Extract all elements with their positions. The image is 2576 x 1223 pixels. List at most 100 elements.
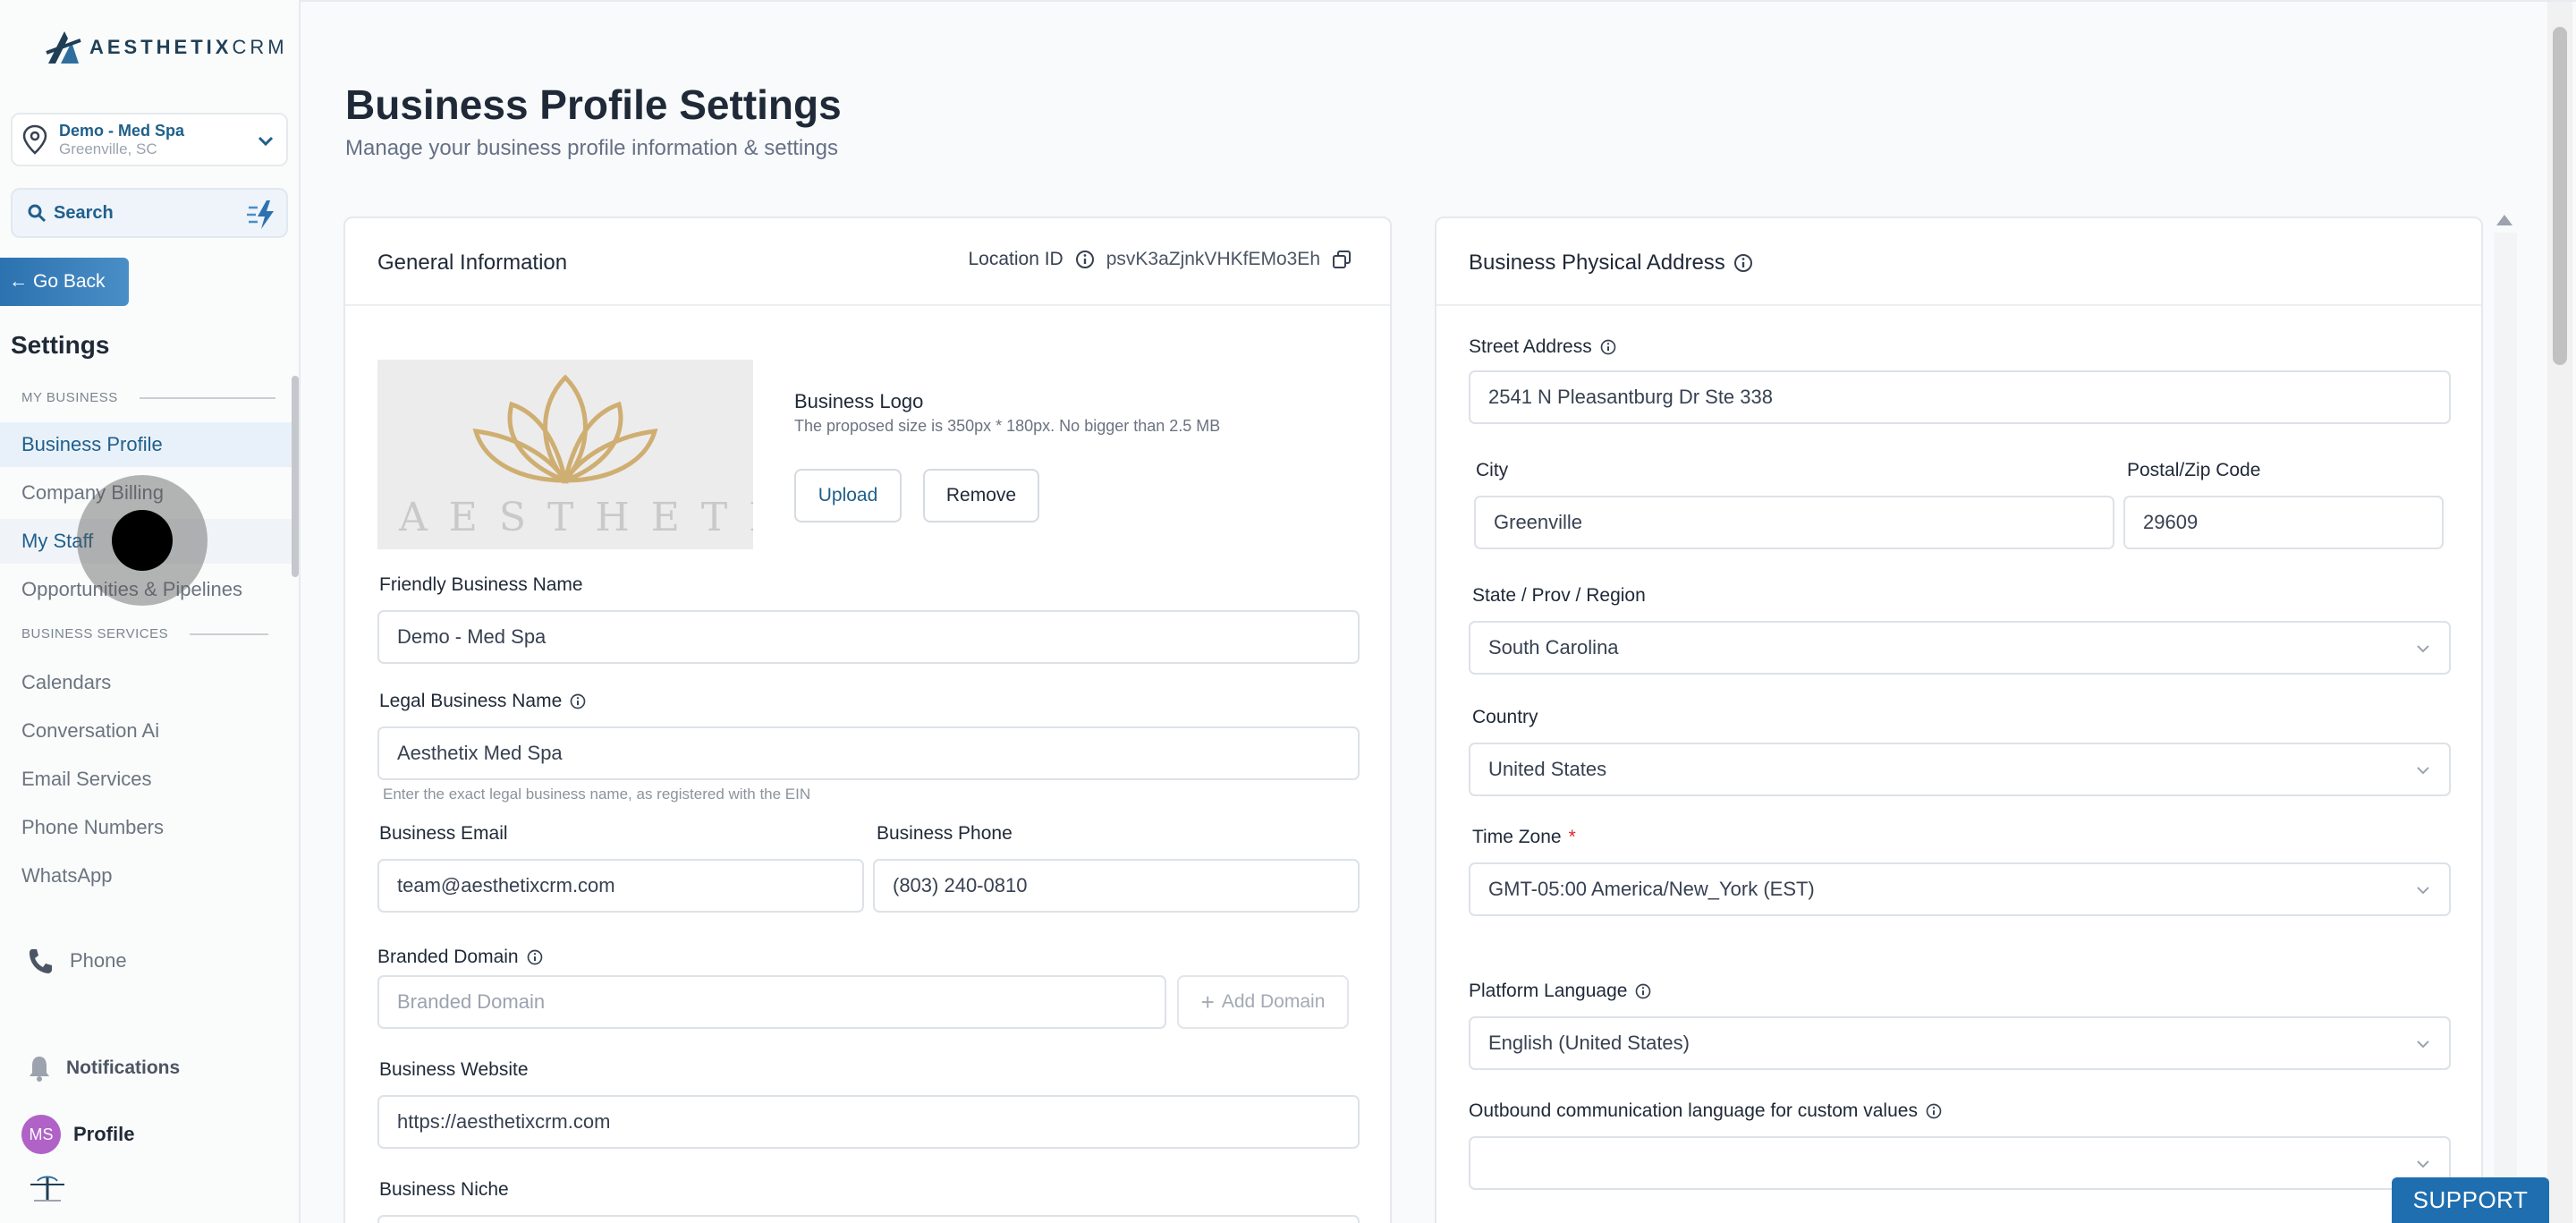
page-scrollbar[interactable] [2547, 2, 2572, 1223]
location-switcher[interactable]: Demo - Med Spa Greenville, SC [11, 113, 288, 166]
business-logo-hint: The proposed size is 350px * 180px. No b… [794, 417, 1221, 435]
zip-label: Postal/Zip Code [2127, 460, 2261, 480]
info-icon[interactable] [569, 692, 587, 710]
outbound-language-label: Outbound communication language for cust… [1469, 1100, 1943, 1122]
general-information-title: General Information [377, 251, 568, 275]
avatar: MS [21, 1115, 61, 1154]
business-address-card: Business Physical Address Street Address… [1435, 217, 2483, 1223]
platform-language-select[interactable]: English (United States) [1469, 1016, 2451, 1070]
sidebar-item-whatsapp[interactable]: WhatsApp [0, 854, 293, 898]
info-icon[interactable] [1599, 338, 1617, 356]
state-select[interactable]: South Carolina [1469, 621, 2451, 675]
settings-title: Settings [11, 331, 110, 359]
search-label: Search [54, 202, 114, 223]
business-niche-label: Business Niche [379, 1179, 509, 1200]
notifications-label: Notifications [66, 1057, 181, 1078]
country-label: Country [1472, 707, 1538, 727]
location-id-value: psvK3aZjnkVHKfEMo3Eh [1106, 249, 1320, 269]
business-logo-preview: AESTHETIX [377, 360, 753, 549]
phone-label: Phone [70, 949, 127, 972]
search-icon [28, 204, 47, 223]
add-domain-label: Add Domain [1221, 991, 1326, 1012]
state-label: State / Prov / Region [1472, 585, 1646, 606]
sidebar-item-email-services[interactable]: Email Services [0, 757, 293, 802]
chevron-down-icon [2417, 887, 2429, 895]
legal-name-input[interactable]: Aesthetix Med Spa [377, 726, 1360, 780]
business-email-input[interactable]: team@aesthetixcrm.com [377, 859, 864, 913]
business-email-label: Business Email [379, 823, 508, 844]
chevron-down-icon [2417, 1160, 2429, 1168]
friendly-name-label: Friendly Business Name [379, 574, 583, 595]
lotus-logo-icon [472, 374, 658, 484]
profile-button[interactable]: MS Profile [21, 1115, 134, 1154]
sidebar-item-business-profile[interactable]: Business Profile [0, 422, 293, 467]
support-button[interactable]: SUPPORT [2392, 1177, 2549, 1223]
chevron-down-icon [2417, 1040, 2429, 1049]
info-icon[interactable] [526, 948, 544, 966]
nav-group-my-business: MY BUSINESS [21, 390, 275, 405]
zip-input[interactable]: 29609 [2123, 496, 2444, 549]
scroll-up-arrow-icon[interactable] [2496, 215, 2512, 225]
street-address-label: Street Address [1469, 336, 1617, 358]
sidebar-item-opportunities-pipelines[interactable]: Opportunities & Pipelines [0, 567, 293, 612]
business-niche-select[interactable] [377, 1215, 1360, 1223]
branded-domain-input[interactable]: Branded Domain [377, 975, 1166, 1029]
sidebar-item-conversation-ai[interactable]: Conversation Ai [0, 709, 293, 753]
friendly-name-input[interactable]: Demo - Med Spa [377, 610, 1360, 664]
sidebar-scrollbar[interactable] [292, 376, 299, 577]
map-pin-icon [22, 124, 47, 155]
phone-icon [30, 949, 52, 973]
content-scroll-track[interactable] [2494, 233, 2517, 1223]
general-information-card: General Information Location ID psvK3aZj… [343, 217, 1392, 1223]
upload-button[interactable]: Upload [794, 469, 902, 522]
aesthetix-logo-icon [46, 31, 81, 64]
sidebar-item-calendars[interactable]: Calendars [0, 660, 293, 705]
outbound-language-select[interactable] [1469, 1136, 2451, 1190]
sidebar-item-my-staff[interactable]: My Staff [0, 519, 293, 564]
arrow-left-icon: ← [9, 271, 28, 292]
info-icon[interactable] [1733, 252, 1754, 274]
notifications-button[interactable]: Notifications [27, 1054, 180, 1083]
time-zone-label: Time Zone * [1472, 827, 1576, 847]
platform-language-label: Platform Language [1469, 981, 1652, 1002]
country-select[interactable]: United States [1469, 743, 2451, 796]
info-icon[interactable] [1925, 1102, 1943, 1120]
legal-name-hint: Enter the exact legal business name, as … [383, 786, 811, 803]
sidebar-item-phone-numbers[interactable]: Phone Numbers [0, 805, 293, 850]
chevron-down-icon [258, 136, 274, 147]
business-phone-input[interactable]: (803) 240-0810 [873, 859, 1360, 913]
location-id: Location ID psvK3aZjnkVHKfEMo3Eh [968, 249, 1352, 270]
general-information-header: General Information Location ID psvK3aZj… [345, 218, 1390, 306]
chevron-down-icon [2417, 767, 2429, 775]
info-icon[interactable] [1634, 982, 1652, 1000]
plus-icon: + [1200, 988, 1215, 1015]
street-address-input[interactable]: 2541 N Pleasantburg Dr Ste 338 [1469, 370, 2451, 424]
sidebar-item-company-billing[interactable]: Company Billing [0, 471, 293, 515]
search-button[interactable]: Search [11, 188, 288, 238]
phone-button[interactable]: Phone [27, 947, 127, 975]
business-website-input[interactable]: https://aesthetixcrm.com [377, 1095, 1360, 1149]
go-back-button[interactable]: ← Go Back [0, 258, 129, 306]
business-address-title: Business Physical Address [1469, 251, 1754, 276]
business-phone-label: Business Phone [877, 823, 1013, 844]
legal-name-label: Legal Business Name [379, 691, 587, 712]
time-zone-select[interactable]: GMT-05:00 America/New_York (EST) [1469, 862, 2451, 916]
copy-icon[interactable] [1331, 249, 1352, 270]
company-mini-logo-icon [30, 1176, 64, 1202]
logo-text: AESTHETIXCRM [89, 36, 288, 58]
profile-label: Profile [73, 1123, 135, 1145]
location-city: Greenville, SC [59, 140, 157, 157]
info-icon[interactable] [1074, 249, 1096, 270]
app-logo[interactable]: AESTHETIXCRM [45, 27, 288, 68]
add-domain-button[interactable]: + Add Domain [1177, 975, 1349, 1029]
remove-button[interactable]: Remove [923, 469, 1039, 522]
business-address-header: Business Physical Address [1436, 218, 2481, 306]
city-input[interactable]: Greenville [1474, 496, 2114, 549]
page-scrollbar-thumb[interactable] [2553, 27, 2567, 365]
city-label: City [1476, 460, 1509, 480]
page-subtitle: Manage your business profile information… [345, 136, 838, 160]
go-back-label: Go Back [33, 271, 106, 292]
business-website-label: Business Website [379, 1059, 529, 1080]
lightning-icon[interactable] [245, 199, 277, 231]
location-name: Demo - Med Spa [59, 122, 185, 140]
